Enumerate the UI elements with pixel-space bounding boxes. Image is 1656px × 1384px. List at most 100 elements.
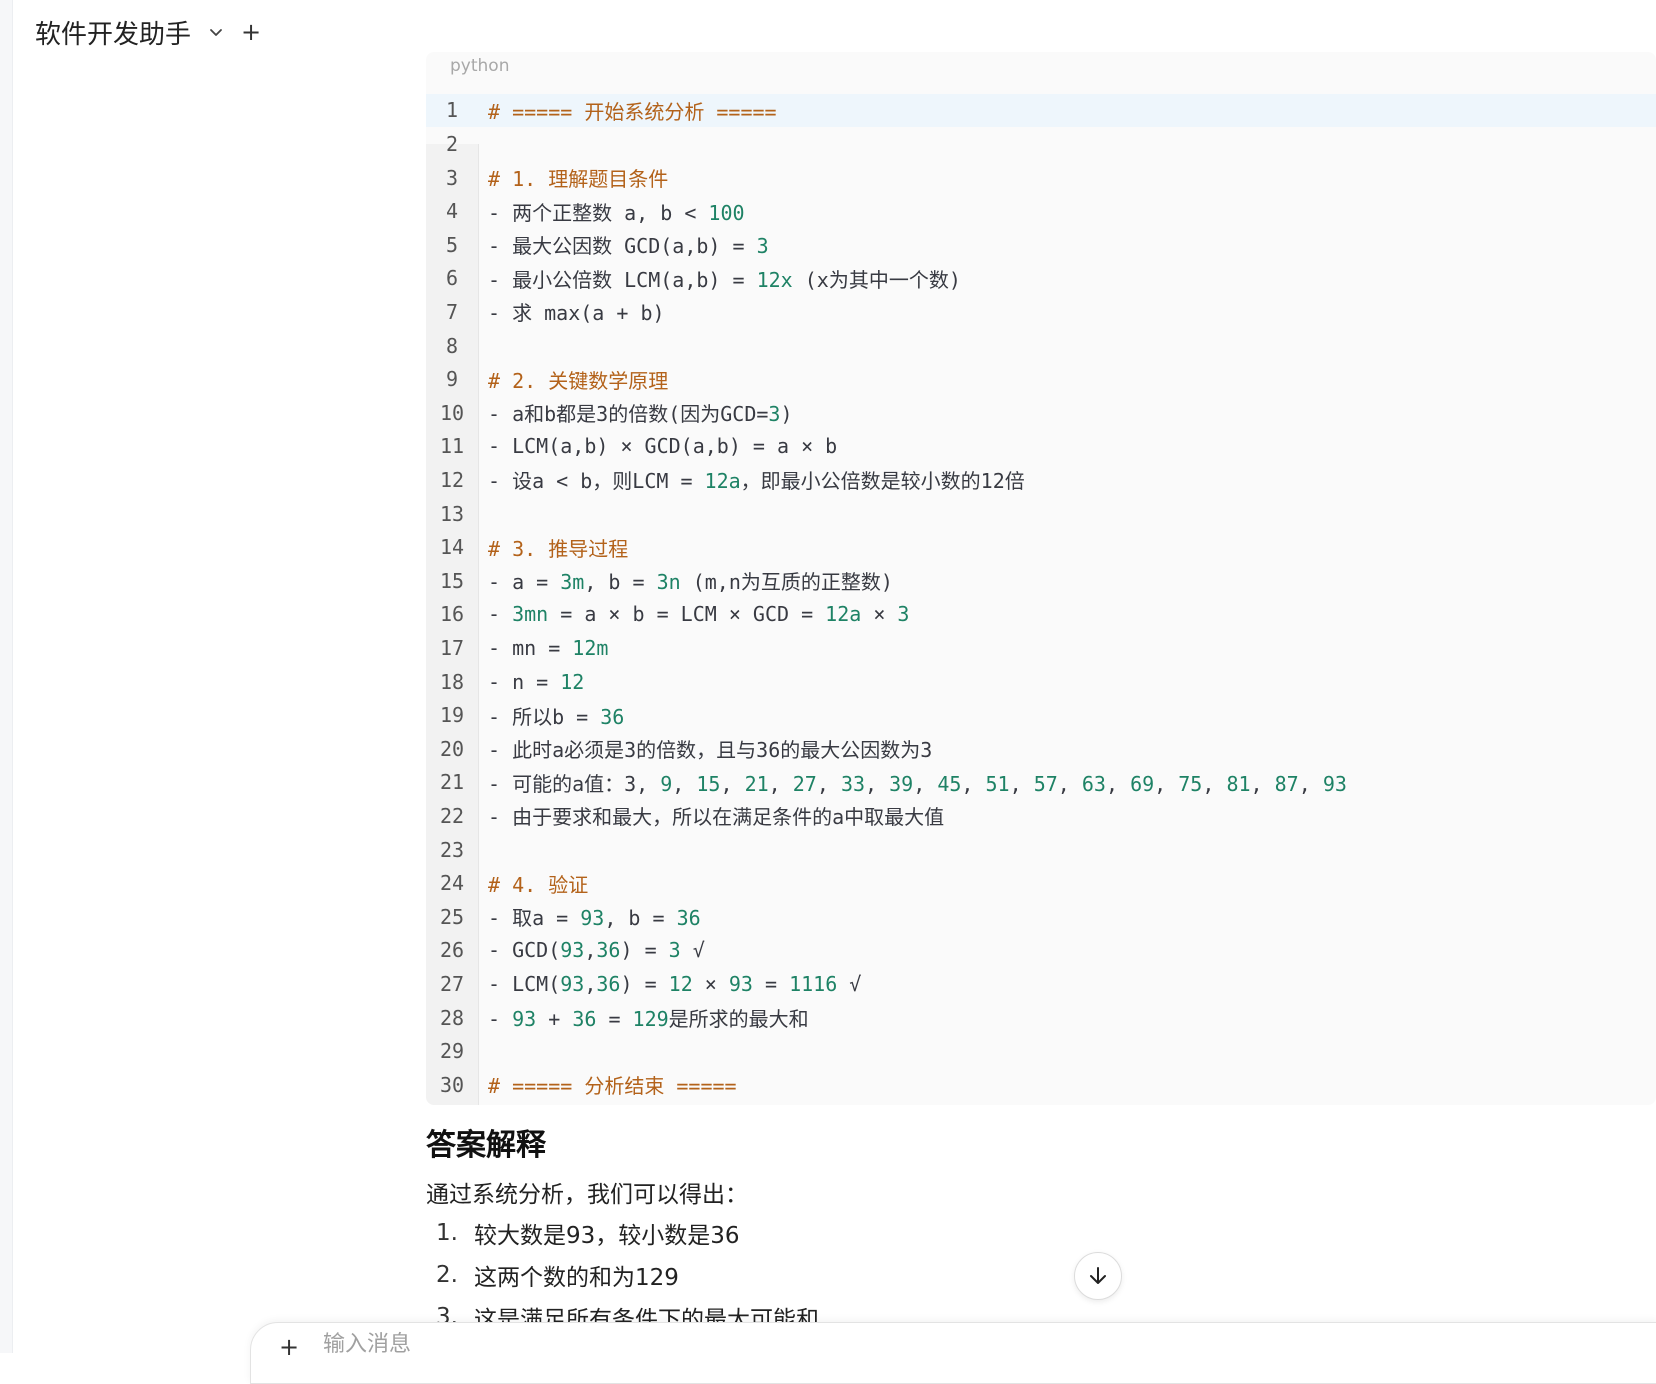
code-plain: , bbox=[584, 971, 597, 996]
code-text: - 求 max(a + b) bbox=[478, 297, 665, 326]
code-plain: - LCM( bbox=[488, 971, 561, 996]
attach-plus-icon[interactable]: + bbox=[279, 1333, 299, 1361]
code-plain: , b = bbox=[584, 570, 657, 595]
code-plain: , bbox=[672, 771, 697, 796]
new-chat-plus-icon[interactable]: + bbox=[241, 20, 261, 44]
code-plain: , bbox=[816, 771, 841, 796]
code-block: python 1 # ===== 开始系统分析 ===== 2 3 # 1. 理解题目条… bbox=[426, 52, 1656, 1105]
code-number: 27 bbox=[792, 771, 817, 796]
code-line: 21- 可能的a值：3, 9, 15, 21, 27, 33, 39, 45, … bbox=[426, 766, 1656, 800]
line-number: 30 bbox=[439, 1072, 465, 1097]
code-comment: # 1. 理解题目条件 bbox=[488, 167, 669, 192]
code-number: 3mn bbox=[512, 602, 549, 627]
code-plain: + bbox=[536, 1007, 573, 1032]
line-number: 9 bbox=[445, 367, 459, 392]
code-plain: - 设a < b，则LCM = bbox=[488, 469, 705, 494]
scroll-to-bottom-button[interactable] bbox=[1074, 1252, 1122, 1300]
code-plain: ) = bbox=[620, 938, 669, 963]
answer-heading: 答案解释 bbox=[426, 1128, 546, 1163]
code-plain: , bbox=[913, 771, 938, 796]
code-plain: - GCD( bbox=[488, 938, 561, 963]
code-line: 4 - 两个正整数 a, b < 100 bbox=[426, 194, 1656, 228]
code-number: 36 bbox=[600, 704, 625, 729]
code-line: 15 - a = 3m, b = 3n (m,n为互质的正整数) bbox=[426, 564, 1656, 598]
code-text: - 最大公因数 GCD(a,b) = 3 bbox=[478, 230, 769, 259]
message-input[interactable] bbox=[321, 1331, 925, 1358]
assistant-title[interactable]: 软件开发助手 bbox=[35, 14, 191, 51]
line-number: 21 bbox=[439, 770, 465, 795]
code-plain: - bbox=[488, 1007, 513, 1032]
code-text: - 3mn = a × b = LCM × GCD = 12a × 3 bbox=[478, 602, 909, 626]
line-number: 17 bbox=[439, 635, 465, 660]
line-number: 16 bbox=[439, 602, 465, 627]
code-number: 21 bbox=[744, 771, 769, 796]
code-line: 16 - 3mn = a × b = LCM × GCD = 12a × 3 bbox=[426, 598, 1656, 632]
code-comment: # ===== 开始系统分析 ===== bbox=[488, 99, 777, 124]
code-number: 12a bbox=[825, 602, 862, 627]
code-plain: - a = bbox=[488, 570, 561, 595]
code-number: 33 bbox=[840, 771, 866, 796]
code-number: 3 bbox=[756, 234, 769, 259]
chat-header: 软件开发助手 + bbox=[35, 12, 261, 52]
left-rail bbox=[0, 0, 13, 1353]
code-line: 13 bbox=[426, 497, 1656, 531]
code-text: - LCM(a,b) × GCD(a,b) = a × b bbox=[478, 434, 837, 458]
code-number: 51 bbox=[985, 771, 1010, 796]
line-number: 28 bbox=[439, 1005, 465, 1030]
code-number: 12 bbox=[668, 971, 693, 996]
code-number: 63 bbox=[1081, 771, 1106, 796]
line-number: 2 bbox=[445, 132, 459, 156]
code-text: - 此时a必须是3的倍数，且与36的最大公因数为3 bbox=[478, 734, 932, 763]
code-text: # 1. 理解题目条件 bbox=[478, 163, 668, 192]
code-plain: = a × b = LCM × GCD = bbox=[548, 602, 826, 627]
line-number: 20 bbox=[439, 736, 465, 761]
answer-list-item: 1. 较大数是93，较小数是36 bbox=[436, 1212, 819, 1254]
code-number: 12x bbox=[756, 267, 793, 292]
code-plain: , bbox=[1250, 771, 1275, 796]
code-line: 26 - GCD(93,36) = 3 √ bbox=[426, 934, 1656, 968]
code-plain: , b = bbox=[604, 906, 677, 931]
answer-intro: 通过系统分析，我们可以得出： bbox=[426, 1182, 748, 1208]
code-number: 36 bbox=[572, 1007, 597, 1032]
code-line: 8 bbox=[426, 329, 1656, 363]
line-number: 25 bbox=[439, 904, 465, 929]
code-number: 12 bbox=[560, 669, 585, 694]
code-number: 9 bbox=[660, 771, 673, 796]
code-text: # ===== 分析结束 ===== bbox=[478, 1070, 737, 1099]
answer-list: 1. 较大数是93，较小数是36 2. 这两个数的和为129 3. 这是满足所有条件下的最… bbox=[436, 1212, 819, 1338]
line-number: 3 bbox=[445, 165, 459, 190]
code-plain: , bbox=[961, 771, 986, 796]
line-number: 15 bbox=[439, 568, 465, 593]
code-plain: , bbox=[1105, 771, 1131, 796]
code-number: 12a bbox=[704, 469, 741, 494]
code-line: 22 - 由于要求和最大，所以在满足条件的a中取最大值 bbox=[426, 799, 1656, 833]
line-number: 11 bbox=[439, 434, 465, 459]
line-number: 10 bbox=[439, 400, 465, 425]
code-text: - 可能的a值：3, 9, 15, 21, 27, 33, 39, 45, 51… bbox=[478, 768, 1347, 797]
list-number: 2. bbox=[436, 1262, 458, 1288]
chevron-down-icon[interactable] bbox=[205, 21, 227, 43]
code-number: 45 bbox=[937, 771, 962, 796]
line-number: 13 bbox=[439, 501, 465, 526]
code-line: 1 # ===== 开始系统分析 ===== bbox=[426, 93, 1656, 128]
code-plain: (x为其中一个数) bbox=[792, 267, 961, 292]
code-number: 36 bbox=[596, 971, 621, 996]
code-text: - n = 12 bbox=[478, 670, 584, 694]
code-line: 25 - 取a = 93, b = 36 bbox=[426, 900, 1656, 934]
code-plain: √ bbox=[837, 971, 862, 996]
code-line: 29 bbox=[426, 1034, 1656, 1068]
code-plain: , bbox=[720, 771, 745, 796]
code-number: 57 bbox=[1033, 771, 1058, 796]
code-text: # 4. 验证 bbox=[478, 869, 588, 898]
code-plain: ，即最小公倍数是较小数的12倍 bbox=[740, 469, 1025, 494]
code-text: - 设a < b，则LCM = 12a，即最小公倍数是较小数的12倍 bbox=[478, 465, 1025, 494]
code-text: - 取a = 93, b = 36 bbox=[478, 902, 701, 931]
code-plain: , bbox=[1009, 771, 1034, 796]
code-number: 93 bbox=[560, 938, 585, 963]
line-number: 24 bbox=[439, 871, 465, 896]
code-line: 6 - 最小公倍数 LCM(a,b) = 12x (x为其中一个数) bbox=[426, 262, 1656, 296]
code-number: 93 bbox=[512, 1007, 537, 1032]
line-number: 22 bbox=[439, 803, 465, 828]
code-line: 20 - 此时a必须是3的倍数，且与36的最大公因数为3 bbox=[426, 732, 1656, 766]
code-plain: - bbox=[488, 602, 513, 627]
